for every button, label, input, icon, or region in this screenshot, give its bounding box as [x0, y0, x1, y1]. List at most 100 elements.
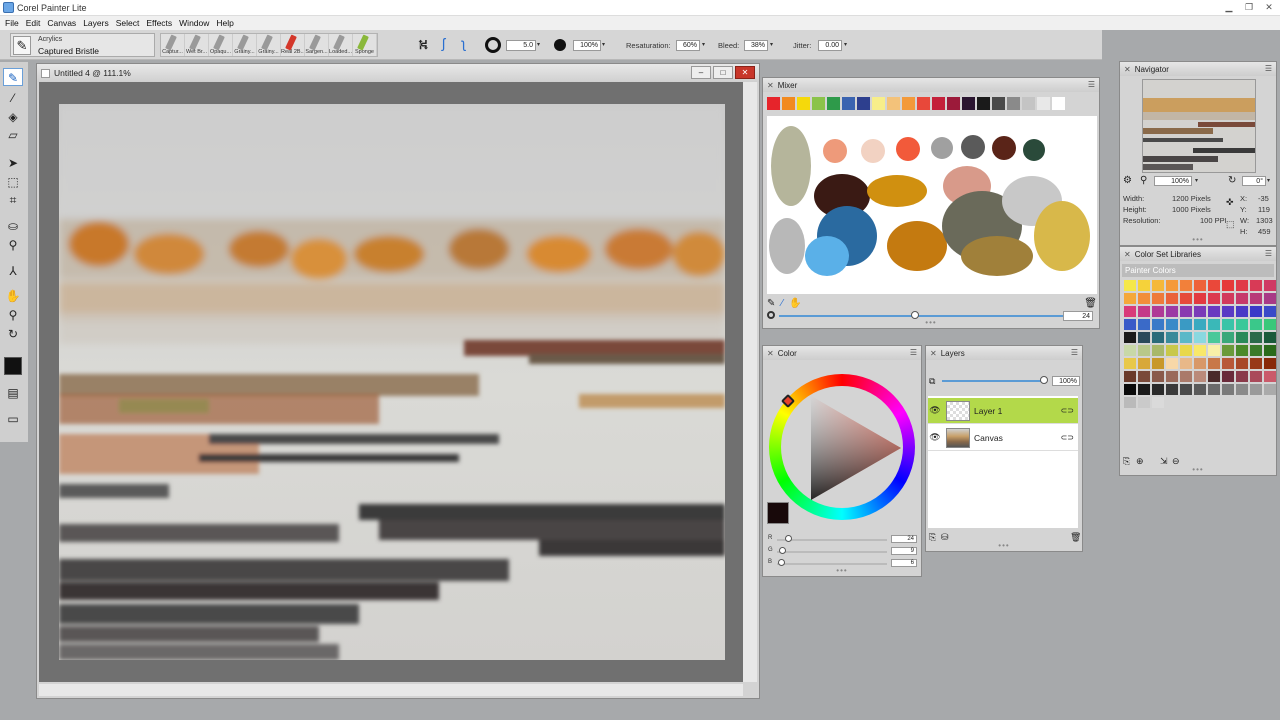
mixer-slider-field[interactable]: 24: [1063, 311, 1093, 321]
color-set-swatch[interactable]: [1222, 358, 1234, 369]
color-set-swatch[interactable]: [1180, 319, 1192, 330]
color-set-swatch[interactable]: [1124, 345, 1136, 356]
menu-select[interactable]: Select: [113, 18, 143, 28]
dropper-tool-icon[interactable]: ⁄: [3, 89, 23, 107]
color-set-swatch[interactable]: [1166, 293, 1178, 304]
layer-opacity-field[interactable]: 100%: [1052, 376, 1080, 386]
doc-close-button[interactable]: ✕: [735, 66, 755, 79]
color-set-swatch[interactable]: [1250, 358, 1262, 369]
color-set-swatch[interactable]: [1236, 332, 1248, 343]
recent-brush[interactable]: Grainy...: [257, 34, 281, 56]
color-set-swatch[interactable]: [1152, 280, 1164, 291]
color-set-swatch[interactable]: [1222, 306, 1234, 317]
color-set-swatch[interactable]: [1236, 306, 1248, 317]
mixer-swatch[interactable]: [1022, 97, 1035, 110]
resaturation-dropdown-icon[interactable]: ▾: [702, 41, 705, 48]
crop-tool-icon[interactable]: ⌗: [3, 191, 23, 209]
opacity-dropdown-icon[interactable]: ▾: [602, 41, 605, 48]
paper-selector-icon[interactable]: ▤: [3, 384, 23, 402]
color-set-swatch[interactable]: [1194, 345, 1206, 356]
color-set-swatch[interactable]: [1166, 306, 1178, 317]
mixer-swatch[interactable]: [842, 97, 855, 110]
color-set-swatch[interactable]: [1208, 293, 1220, 304]
close-icon[interactable]: ✕: [767, 349, 774, 358]
rotation-dropdown-icon[interactable]: ▾: [1267, 177, 1270, 184]
vertical-scrollbar[interactable]: [743, 82, 757, 682]
r-field[interactable]: 24: [891, 535, 917, 543]
close-icon[interactable]: ✕: [1124, 65, 1131, 74]
menu-file[interactable]: File: [2, 18, 22, 28]
pan-icon[interactable]: ✋: [789, 298, 801, 309]
color-set-swatch[interactable]: [1166, 384, 1178, 395]
import-colors-icon[interactable]: ⇲: [1160, 456, 1168, 467]
bleed-dropdown-icon[interactable]: ▾: [770, 41, 773, 48]
color-set-swatch[interactable]: [1208, 358, 1220, 369]
mixer-swatch[interactable]: [767, 97, 780, 110]
color-set-swatch[interactable]: [1264, 371, 1276, 382]
size-field[interactable]: 5.0: [506, 40, 536, 51]
color-set-swatch[interactable]: [1264, 345, 1276, 356]
color-set-swatch[interactable]: [1138, 397, 1150, 408]
layer-row-layer-1[interactable]: 👁 Layer 1 ⊂⊃: [928, 398, 1078, 424]
mixer-swatch[interactable]: [932, 97, 945, 110]
color-set-swatch[interactable]: [1180, 371, 1192, 382]
color-set-swatch[interactable]: [1152, 345, 1164, 356]
rotate-icon[interactable]: ↻: [1228, 175, 1236, 186]
g-slider[interactable]: [777, 551, 887, 553]
screen-mode-icon[interactable]: ▭: [3, 410, 23, 428]
canvas-area[interactable]: [39, 82, 743, 682]
color-set-swatch[interactable]: [1236, 345, 1248, 356]
menu-edit[interactable]: Edit: [23, 18, 44, 28]
mixer-swatch[interactable]: [782, 97, 795, 110]
color-set-swatch[interactable]: [1264, 280, 1276, 291]
color-set-swatch[interactable]: [1152, 397, 1164, 408]
zoom-dropdown-icon[interactable]: ▾: [1195, 177, 1198, 184]
mixer-swatch[interactable]: [1037, 97, 1050, 110]
mixer-swatch[interactable]: [812, 97, 825, 110]
color-set-swatch[interactable]: [1194, 384, 1206, 395]
color-set-swatch[interactable]: [1152, 384, 1164, 395]
color-set-swatch[interactable]: [1264, 306, 1276, 317]
horizontal-scrollbar[interactable]: [39, 684, 743, 696]
color-set-swatch[interactable]: [1250, 280, 1262, 291]
color-set-swatch[interactable]: [1166, 280, 1178, 291]
layer-lock-icon[interactable]: ⊂⊃: [1061, 433, 1074, 442]
color-set-swatch[interactable]: [1222, 293, 1234, 304]
color-set-swatch[interactable]: [1138, 280, 1150, 291]
mixer-slider-knob[interactable]: [911, 311, 919, 319]
jitter-dropdown-icon[interactable]: ▾: [844, 41, 847, 48]
recent-brush[interactable]: Grainy...: [233, 34, 257, 56]
b-field[interactable]: 6: [891, 559, 917, 567]
mixer-swatch[interactable]: [872, 97, 885, 110]
color-set-swatch[interactable]: [1166, 358, 1178, 369]
panel-menu-icon[interactable]: ☰: [910, 348, 917, 357]
color-set-swatch[interactable]: [1138, 319, 1150, 330]
color-set-swatch[interactable]: [1166, 371, 1178, 382]
color-set-swatch[interactable]: [1236, 371, 1248, 382]
layer-opacity-knob[interactable]: [1040, 376, 1048, 384]
color-set-swatch[interactable]: [1250, 332, 1262, 343]
color-set-swatch[interactable]: [1264, 332, 1276, 343]
panel-menu-icon[interactable]: ☰: [1088, 80, 1095, 89]
brush-selector[interactable]: ✎ Acrylics Captured Bristle: [10, 33, 155, 57]
painting-canvas[interactable]: [59, 104, 725, 660]
b-slider-knob[interactable]: [778, 559, 785, 566]
navigator-preview[interactable]: [1142, 79, 1256, 173]
eraser-tool-icon[interactable]: ▱: [3, 126, 23, 144]
resize-grip[interactable]: •••: [998, 541, 1009, 550]
recent-brush[interactable]: Wet Br...: [185, 34, 209, 56]
color-set-swatch[interactable]: [1124, 319, 1136, 330]
layer-commands-icon[interactable]: ⛁: [941, 532, 949, 543]
menu-help[interactable]: Help: [213, 18, 236, 28]
layer-opacity-slider[interactable]: [942, 380, 1046, 382]
color-set-swatch[interactable]: [1194, 280, 1206, 291]
mixer-swatch[interactable]: [887, 97, 900, 110]
g-field[interactable]: 9: [891, 547, 917, 555]
layer-row-canvas[interactable]: 👁 Canvas ⊂⊃: [928, 425, 1078, 451]
color-set-swatch[interactable]: [1152, 358, 1164, 369]
paint-bucket-tool-icon[interactable]: ◈: [3, 108, 23, 126]
color-set-swatch[interactable]: [1264, 384, 1276, 395]
doc-maximize-button[interactable]: □: [713, 66, 733, 79]
g-slider-knob[interactable]: [779, 547, 786, 554]
color-set-swatch[interactable]: [1180, 345, 1192, 356]
